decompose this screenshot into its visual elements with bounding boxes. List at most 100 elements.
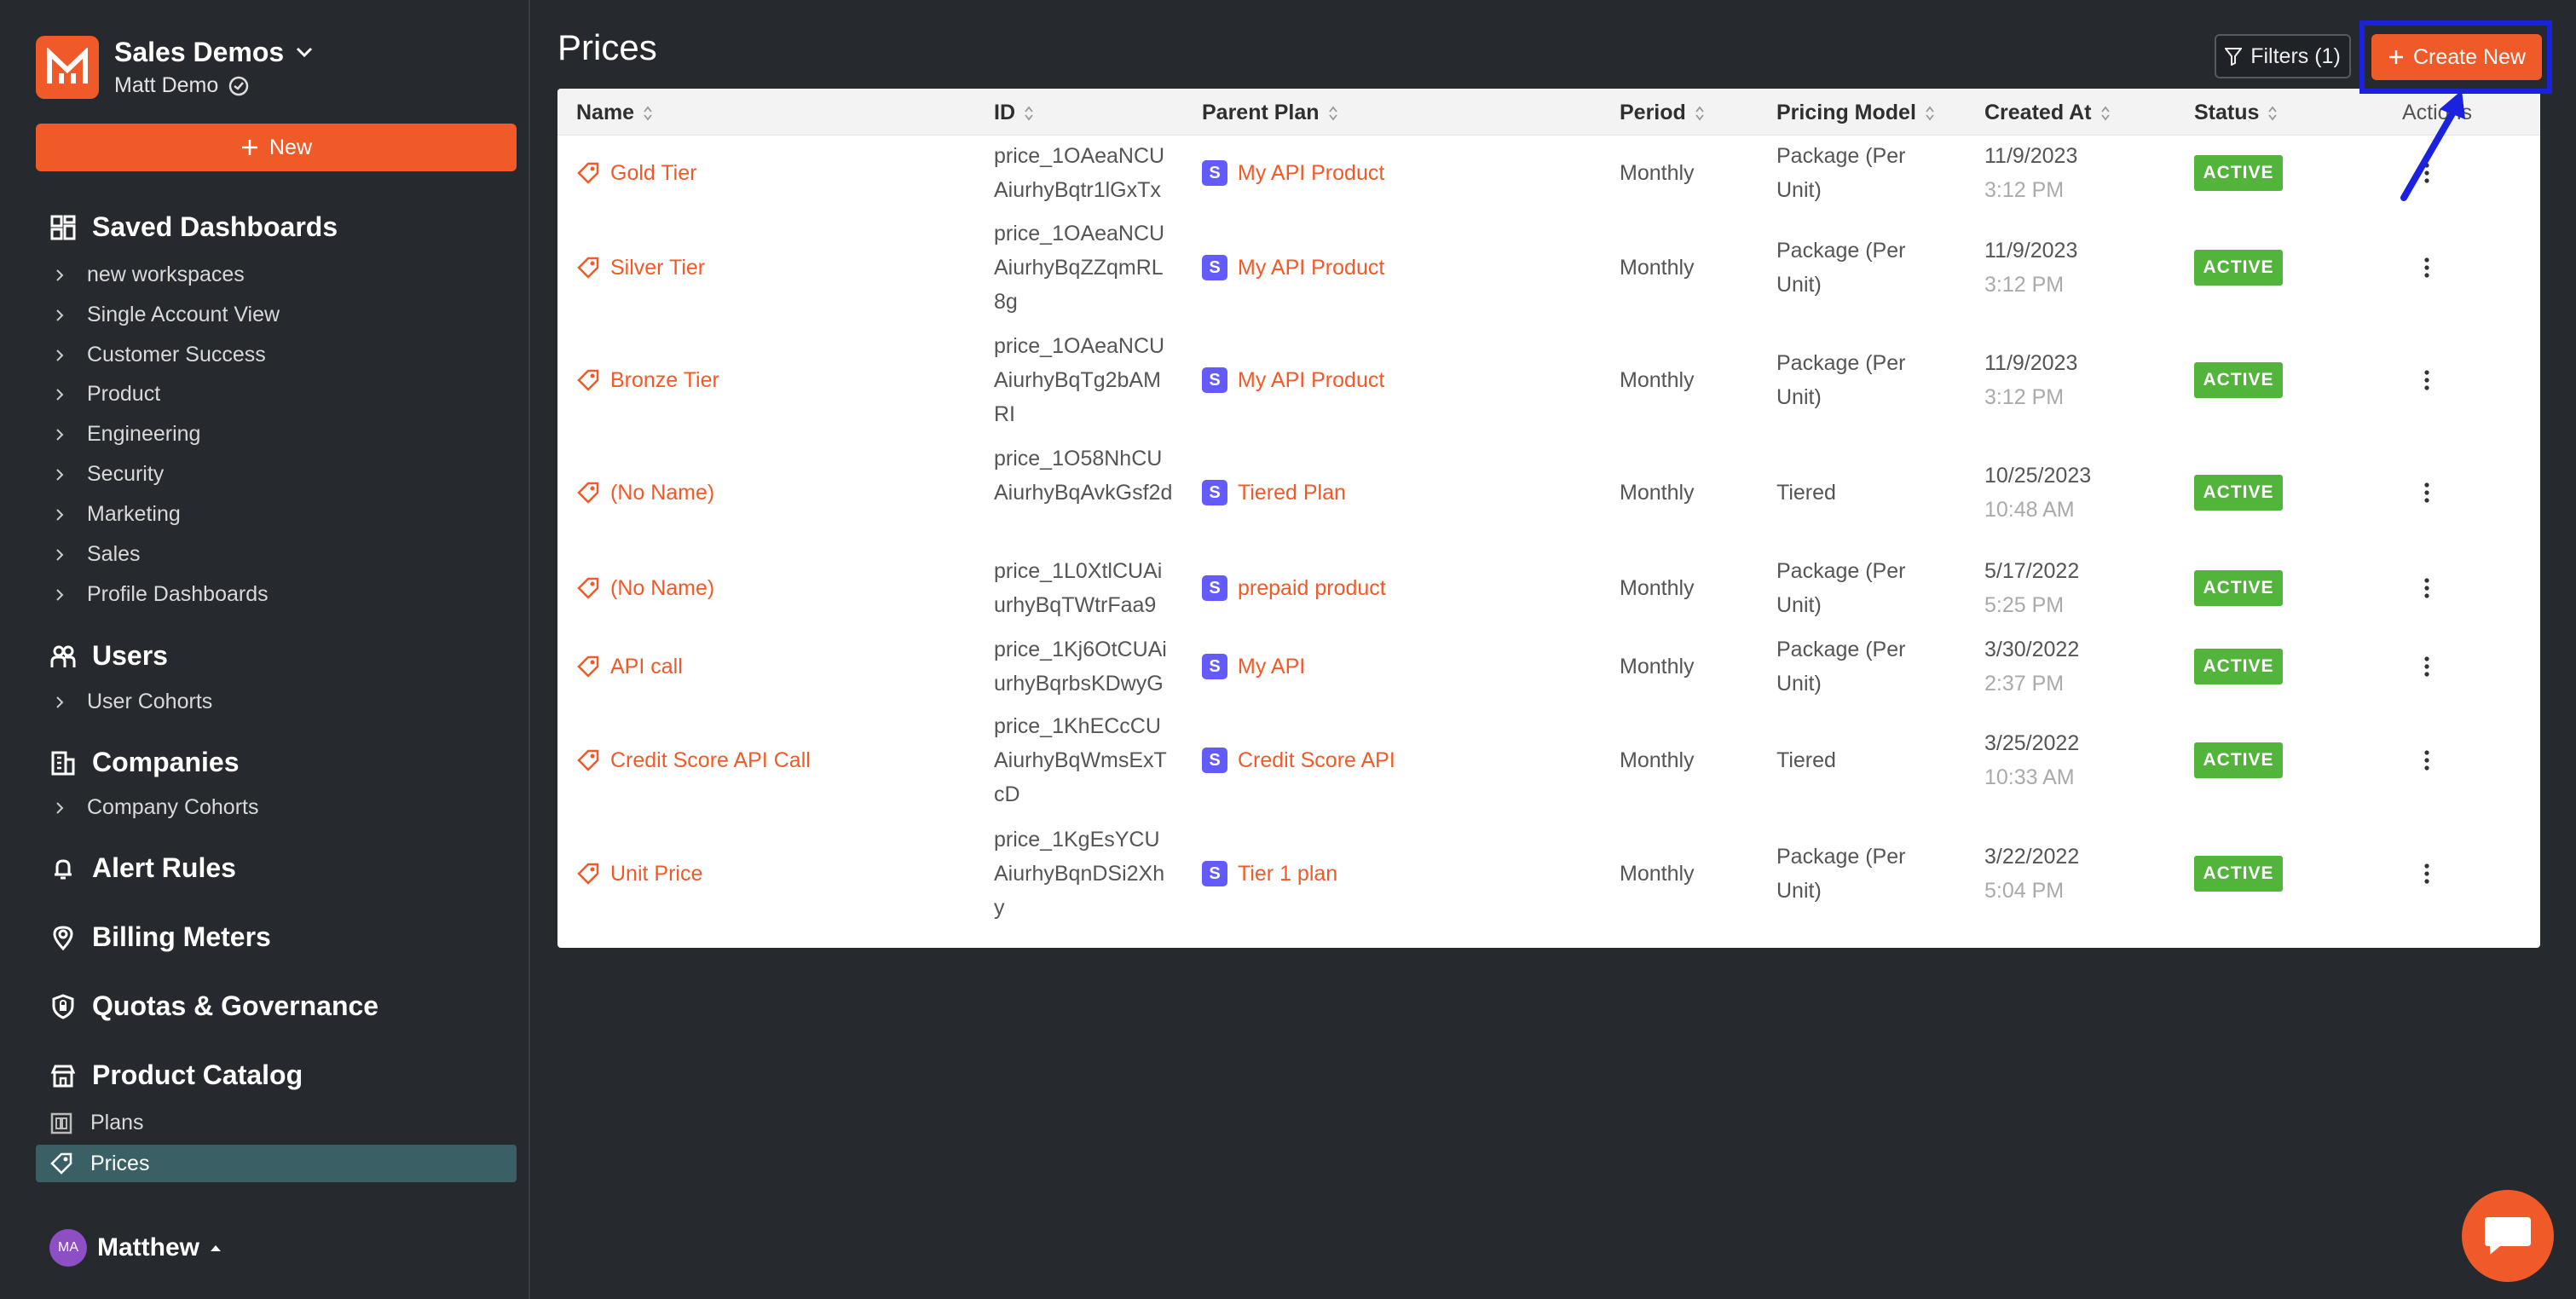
price-tag-icon	[577, 863, 599, 885]
price-name-link[interactable]: (No Name)	[576, 476, 714, 510]
created-time: 3:12 PM	[1984, 273, 2065, 297]
sidebar-item-sales[interactable]: Sales	[53, 542, 141, 567]
more-actions-icon[interactable]	[2423, 749, 2431, 771]
sidebar-item-engineering[interactable]: Engineering	[53, 422, 200, 447]
pricing-model: Package (Per Unit)	[1776, 845, 1906, 903]
filter-icon	[2225, 48, 2243, 66]
saved-dashboards-heading[interactable]: Saved Dashboards	[49, 211, 338, 243]
sidebar-item-prices[interactable]: Prices	[36, 1145, 517, 1182]
billing-meters-heading[interactable]: Billing Meters	[49, 921, 271, 953]
created-at: 10/25/2023 10:48 AM	[1984, 459, 2091, 527]
created-at: 11/9/2023 3:12 PM	[1984, 234, 2077, 302]
price-tag-icon	[577, 577, 599, 599]
user-name: Matthew	[97, 1233, 199, 1261]
parent-plan-link[interactable]: S Tiered Plan	[1202, 476, 1346, 510]
more-actions-icon[interactable]	[2423, 577, 2431, 599]
sidebar-item-marketing[interactable]: Marketing	[53, 502, 181, 527]
price-tag-icon	[577, 655, 599, 678]
parent-plan-link[interactable]: S My API	[1202, 650, 1305, 684]
parent-plan-link[interactable]: S My API Product	[1202, 156, 1384, 190]
chat-launcher[interactable]	[2462, 1190, 2554, 1282]
more-actions-icon[interactable]	[2423, 369, 2431, 391]
price-tag-icon	[577, 369, 599, 391]
chevron-right-icon	[56, 548, 64, 561]
new-button[interactable]: New	[36, 124, 517, 171]
chevron-right-icon	[56, 268, 64, 281]
chevron-right-icon	[56, 349, 64, 361]
org-switcher[interactable]: Sales Demos Matt Demo	[36, 36, 313, 99]
org-name: Sales Demos	[114, 37, 285, 67]
chevron-right-icon	[56, 388, 64, 401]
price-name-link[interactable]: Gold Tier	[576, 156, 696, 190]
quotas-governance-heading[interactable]: Quotas & Governance	[49, 990, 378, 1022]
price-name-link[interactable]: (No Name)	[576, 571, 714, 605]
stripe-icon: S	[1202, 255, 1227, 280]
column-header-name[interactable]: Name	[576, 101, 653, 125]
sidebar-item-company-cohorts[interactable]: Company Cohorts	[53, 795, 258, 820]
column-header-parent-plan[interactable]: Parent Plan	[1202, 101, 1338, 125]
period: Monthly	[1620, 256, 1695, 280]
status-badge: ACTIVE	[2194, 570, 2283, 606]
users-heading[interactable]: Users	[49, 640, 168, 672]
sidebar-item-product[interactable]: Product	[53, 382, 160, 407]
price-name-link[interactable]: Silver Tier	[576, 251, 705, 285]
price-name-link[interactable]: Bronze Tier	[576, 363, 719, 397]
sidebar-item-user-cohorts[interactable]: User Cohorts	[53, 690, 212, 714]
dashboard-grid-icon	[50, 215, 76, 240]
more-actions-icon[interactable]	[2423, 655, 2431, 678]
product-catalog-heading[interactable]: Product Catalog	[49, 1059, 303, 1091]
created-at: 11/9/2023 3:12 PM	[1984, 346, 2077, 414]
alert-rules-heading[interactable]: Alert Rules	[49, 852, 236, 884]
created-at: 3/25/2022 10:33 AM	[1984, 726, 2079, 794]
pricing-model: Package (Per Unit)	[1776, 559, 1906, 617]
price-id: price_1O58NhCUAiurhyBqAvkGsf2d	[994, 447, 1173, 505]
parent-plan-link[interactable]: S My API Product	[1202, 363, 1384, 397]
period: Monthly	[1620, 576, 1695, 600]
price-id: price_1Kj6OtCUAiurhyBqrbsKDwyG	[994, 638, 1167, 696]
column-header-period[interactable]: Period	[1620, 101, 1705, 125]
created-time: 2:37 PM	[1984, 672, 2065, 696]
sidebar-item-single-account-view[interactable]: Single Account View	[53, 303, 280, 327]
parent-plan-link[interactable]: S prepaid product	[1202, 571, 1386, 605]
pricing-model: Package (Per Unit)	[1776, 351, 1906, 409]
parent-plan-link[interactable]: S Credit Score API	[1202, 743, 1395, 777]
page-title: Prices	[557, 27, 657, 67]
check-circle-icon	[229, 76, 249, 95]
more-actions-icon[interactable]	[2423, 863, 2431, 885]
status-badge: ACTIVE	[2194, 742, 2283, 778]
column-header-pricing-model[interactable]: Pricing Model	[1776, 101, 1935, 125]
created-time: 3:12 PM	[1984, 385, 2065, 409]
more-actions-icon[interactable]	[2423, 257, 2431, 279]
column-header-status[interactable]: Status	[2194, 101, 2278, 125]
sidebar-item-new-workspaces[interactable]: new workspaces	[53, 263, 245, 287]
more-actions-icon[interactable]	[2423, 482, 2431, 504]
sidebar-item-customer-success[interactable]: Customer Success	[53, 343, 266, 367]
price-tag-icon	[577, 749, 599, 771]
pricing-model: Tiered	[1776, 748, 1836, 772]
parent-plan-link[interactable]: S Tier 1 plan	[1202, 857, 1337, 891]
price-id: price_1KgEsYCUAiurhyBqnDSi2Xhy	[994, 828, 1165, 920]
price-name-link[interactable]: Credit Score API Call	[576, 743, 811, 777]
filters-button[interactable]: Filters (1)	[2215, 34, 2351, 78]
price-name-link[interactable]: API call	[576, 650, 683, 684]
period: Monthly	[1620, 655, 1695, 678]
stripe-icon: S	[1202, 367, 1227, 393]
created-date: 3/25/2022	[1984, 731, 2080, 755]
parent-plan-link[interactable]: S My API Product	[1202, 251, 1384, 285]
users-icon	[50, 645, 76, 667]
column-header-created-at[interactable]: Created At	[1984, 101, 2111, 125]
chevron-right-icon	[56, 428, 64, 441]
sidebar-item-security[interactable]: Security	[53, 462, 164, 487]
price-name-link[interactable]: Unit Price	[576, 857, 702, 891]
sidebar-item-plans[interactable]: Plans	[49, 1111, 144, 1135]
store-icon	[50, 1065, 76, 1087]
status-badge: ACTIVE	[2194, 649, 2283, 684]
companies-heading[interactable]: Companies	[49, 747, 239, 778]
sidebar-item-profile-dashboards[interactable]: Profile Dashboards	[53, 582, 269, 607]
status-badge: ACTIVE	[2194, 250, 2283, 286]
status-badge: ACTIVE	[2194, 362, 2283, 398]
avatar: MA	[49, 1229, 87, 1267]
user-menu[interactable]: MA Matthew	[49, 1229, 222, 1267]
column-header-id[interactable]: ID	[994, 101, 1034, 125]
moesif-logo-icon	[36, 36, 99, 99]
